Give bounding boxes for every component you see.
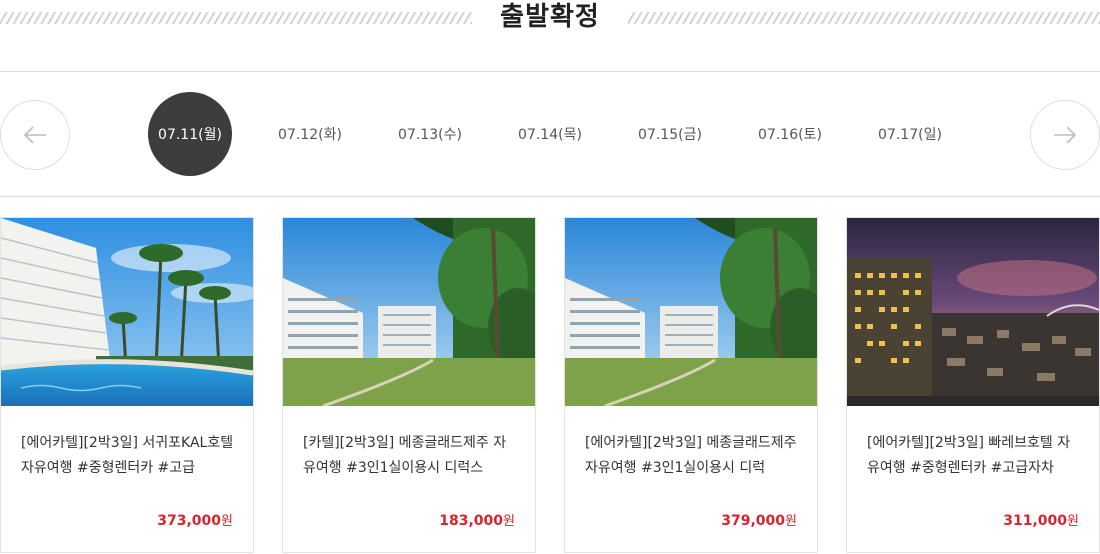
product-title[interactable]: [에어카텔][2박3일] 메종글래드제주 자유여행 #3인1실이용시 디럭 — [585, 431, 799, 481]
product-card[interactable]: [에어카텔][2박3일] 서귀포KAL호텔 자유여행 #중형렌터카 #고급 37… — [0, 217, 254, 553]
date-tab-0716[interactable]: 07.16(토) — [748, 92, 832, 176]
arrow-right-icon — [1054, 126, 1077, 144]
price-value: 373,000 — [157, 513, 222, 529]
product-title[interactable]: [에어카텔][2박3일] 빠레브호텔 자유여행 #중형렌터카 #고급자차 — [867, 431, 1081, 481]
product-card[interactable]: [에어카텔][2박3일] 메종글래드제주 자유여행 #3인1실이용시 디럭 37… — [564, 217, 818, 553]
product-image-hotel-night[interactable] — [847, 218, 1099, 406]
product-price: 379,000원 — [721, 510, 797, 529]
price-currency: 원 — [785, 514, 797, 529]
date-tab-0712[interactable]: 07.12(화) — [268, 92, 352, 176]
price-value: 183,000 — [439, 513, 504, 529]
product-card[interactable]: [카텔][2박3일] 메종글래드제주 자유여행 #3인1실이용시 디럭스 183… — [282, 217, 536, 553]
date-tab-0715[interactable]: 07.15(금) — [628, 92, 712, 176]
section-header: 출발확정 — [0, 0, 1100, 40]
product-card[interactable]: [에어카텔][2박3일] 빠레브호텔 자유여행 #중형렌터카 #고급자차 311… — [846, 217, 1100, 553]
product-title[interactable]: [에어카텔][2박3일] 서귀포KAL호텔 자유여행 #중형렌터카 #고급 — [21, 431, 235, 481]
price-currency: 원 — [221, 514, 233, 529]
price-currency: 원 — [503, 514, 515, 529]
product-image-hotel-garden[interactable] — [283, 218, 535, 406]
product-price: 373,000원 — [157, 510, 233, 529]
product-image-hotel-garden[interactable] — [565, 218, 817, 406]
decorative-stripe-right — [628, 12, 1100, 24]
product-price: 311,000원 — [1003, 510, 1079, 529]
price-value: 379,000 — [721, 513, 786, 529]
arrow-left-icon — [23, 126, 46, 144]
next-date-button[interactable] — [1030, 100, 1100, 170]
page-title: 출발확정 — [500, 2, 600, 32]
price-currency: 원 — [1067, 514, 1079, 529]
product-price: 183,000원 — [439, 510, 515, 529]
divider — [0, 196, 1100, 197]
date-tab-0714[interactable]: 07.14(목) — [508, 92, 592, 176]
prev-date-button[interactable] — [0, 100, 70, 170]
product-title[interactable]: [카텔][2박3일] 메종글래드제주 자유여행 #3인1실이용시 디럭스 — [303, 431, 517, 481]
date-tab-0717[interactable]: 07.17(일) — [868, 92, 952, 176]
product-image-resort-pool[interactable] — [1, 218, 253, 406]
price-value: 311,000 — [1003, 513, 1068, 529]
divider — [0, 71, 1100, 72]
date-tab-0713[interactable]: 07.13(수) — [388, 92, 472, 176]
date-tab-0711[interactable]: 07.11(월) — [148, 92, 232, 176]
decorative-stripe-left — [0, 12, 472, 24]
